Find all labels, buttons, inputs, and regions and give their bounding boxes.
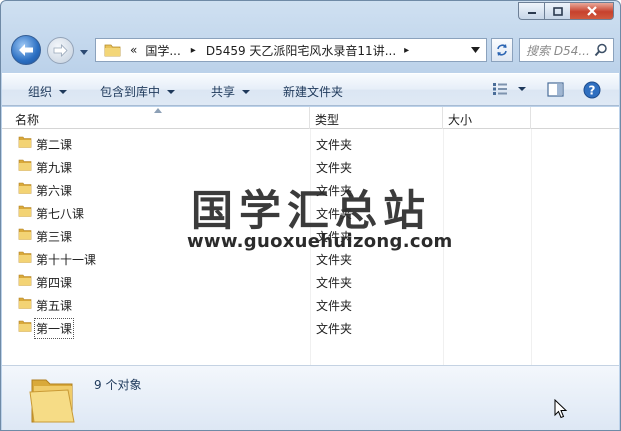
table-row[interactable]: 第一课 文件夹 — [2, 315, 542, 339]
search-box[interactable]: 搜索 D54... — [519, 38, 614, 62]
search-placeholder: 搜索 D54... — [526, 43, 590, 58]
folder-icon — [18, 182, 32, 194]
new-folder-button[interactable]: 新建文件夹 — [283, 83, 343, 100]
svg-text:?: ? — [589, 84, 596, 98]
share-label: 共享 — [211, 85, 236, 99]
file-type: 文件夹 — [316, 161, 353, 175]
close-icon — [586, 6, 597, 16]
folder-icon — [18, 274, 32, 286]
file-name: 第十十一课 — [36, 253, 97, 267]
breadcrumb-item-current[interactable]: D5459 天乙派阳宅风水录音11讲... — [206, 42, 396, 59]
column-header-size[interactable]: 大小 — [443, 107, 531, 129]
maximize-icon — [552, 6, 563, 16]
file-type: 文件夹 — [316, 138, 353, 152]
navigation-bar: « 国学... ▸ D5459 天乙派阳宅风水录音11讲... ▸ 搜索 D54… — [9, 33, 614, 67]
new-folder-label: 新建文件夹 — [283, 85, 344, 99]
file-name: 第四课 — [36, 276, 73, 290]
breadcrumb-separator[interactable]: ▸ — [191, 45, 196, 56]
item-count: 9 个对象 — [94, 378, 142, 392]
explorer-window: « 国学... ▸ D5459 天乙派阳宅风水录音11讲... ▸ 搜索 D54… — [0, 0, 621, 431]
view-caret-icon — [518, 87, 526, 91]
organize-label: 组织 — [28, 85, 53, 99]
address-bar[interactable]: « 国学... ▸ D5459 天乙派阳宅风水录音11讲... ▸ — [95, 38, 487, 62]
folder-icon — [18, 136, 32, 148]
column-header-row: 名称 类型 大小 — [2, 107, 619, 129]
command-bar: 组织 包含到库中 共享 新建文件夹 ? — [2, 73, 619, 106]
address-dropdown-icon[interactable] — [471, 47, 480, 53]
folder-icon — [18, 205, 32, 217]
maximize-button[interactable] — [544, 2, 570, 20]
details-pane: 9 个对象 — [2, 365, 619, 430]
file-name: 第二课 — [36, 138, 73, 152]
include-caret-icon — [167, 89, 176, 94]
table-row[interactable]: 第四课 文件夹 — [2, 269, 542, 292]
refresh-button[interactable] — [491, 38, 513, 62]
organize-menu[interactable]: 组织 — [28, 83, 68, 100]
file-name: 第五课 — [36, 299, 73, 313]
folder-icon — [104, 44, 121, 57]
preview-pane-button[interactable] — [547, 82, 564, 97]
organize-caret-icon — [59, 89, 68, 94]
table-row[interactable]: 第九课 文件夹 — [2, 154, 542, 177]
help-icon: ? — [583, 81, 601, 99]
file-type: 文件夹 — [316, 299, 353, 313]
refresh-icon — [497, 44, 507, 56]
file-name: 第九课 — [36, 161, 73, 175]
file-type: 文件夹 — [316, 322, 353, 336]
help-button[interactable]: ? — [583, 81, 601, 99]
table-row[interactable]: 第五课 文件夹 — [2, 292, 542, 315]
view-options-button[interactable] — [492, 82, 526, 96]
file-name: 第七八课 — [36, 207, 85, 221]
watermark-url: www.guoxuehuizong.com — [187, 231, 453, 252]
address-overflow[interactable]: « — [130, 43, 137, 57]
forward-button[interactable] — [47, 37, 74, 64]
file-type: 文件夹 — [316, 276, 353, 290]
folder-icon — [18, 320, 32, 332]
watermark-chinese: 国学汇总站 — [191, 186, 432, 235]
include-in-library-label: 包含到库中 — [100, 85, 161, 99]
folder-icon — [18, 297, 32, 309]
folder-icon — [18, 159, 32, 171]
share-caret-icon — [242, 89, 251, 94]
file-name: 第六课 — [36, 184, 73, 198]
chevron-down-icon — [80, 50, 88, 55]
preview-pane-icon — [547, 82, 564, 97]
folder-icon — [18, 251, 32, 263]
column-header-type[interactable]: 类型 — [310, 107, 443, 129]
minimize-button[interactable] — [518, 2, 544, 20]
close-button[interactable] — [570, 2, 614, 20]
file-name: 第三课 — [36, 230, 73, 244]
folder-icon — [18, 228, 32, 240]
include-in-library-menu[interactable]: 包含到库中 — [100, 83, 176, 100]
back-button[interactable] — [11, 35, 41, 65]
caption-buttons — [518, 2, 614, 20]
back-arrow-icon — [19, 44, 33, 56]
share-menu[interactable]: 共享 — [211, 83, 251, 100]
forward-arrow-icon — [53, 44, 68, 57]
view-options-icon — [493, 83, 507, 95]
file-name: 第一课 — [33, 318, 75, 339]
sort-ascending-icon — [154, 108, 162, 113]
folder-icon — [29, 379, 75, 423]
breadcrumb-separator-2[interactable]: ▸ — [404, 45, 409, 56]
minimize-icon — [527, 12, 536, 14]
table-row[interactable]: 第二课 文件夹 — [2, 131, 542, 154]
breadcrumb-item-guoxue[interactable]: 国学... — [145, 42, 180, 59]
recent-pages-button[interactable] — [79, 45, 89, 59]
file-type: 文件夹 — [316, 253, 353, 267]
magnifier-icon[interactable] — [594, 43, 608, 57]
mouse-cursor-icon — [554, 399, 568, 419]
